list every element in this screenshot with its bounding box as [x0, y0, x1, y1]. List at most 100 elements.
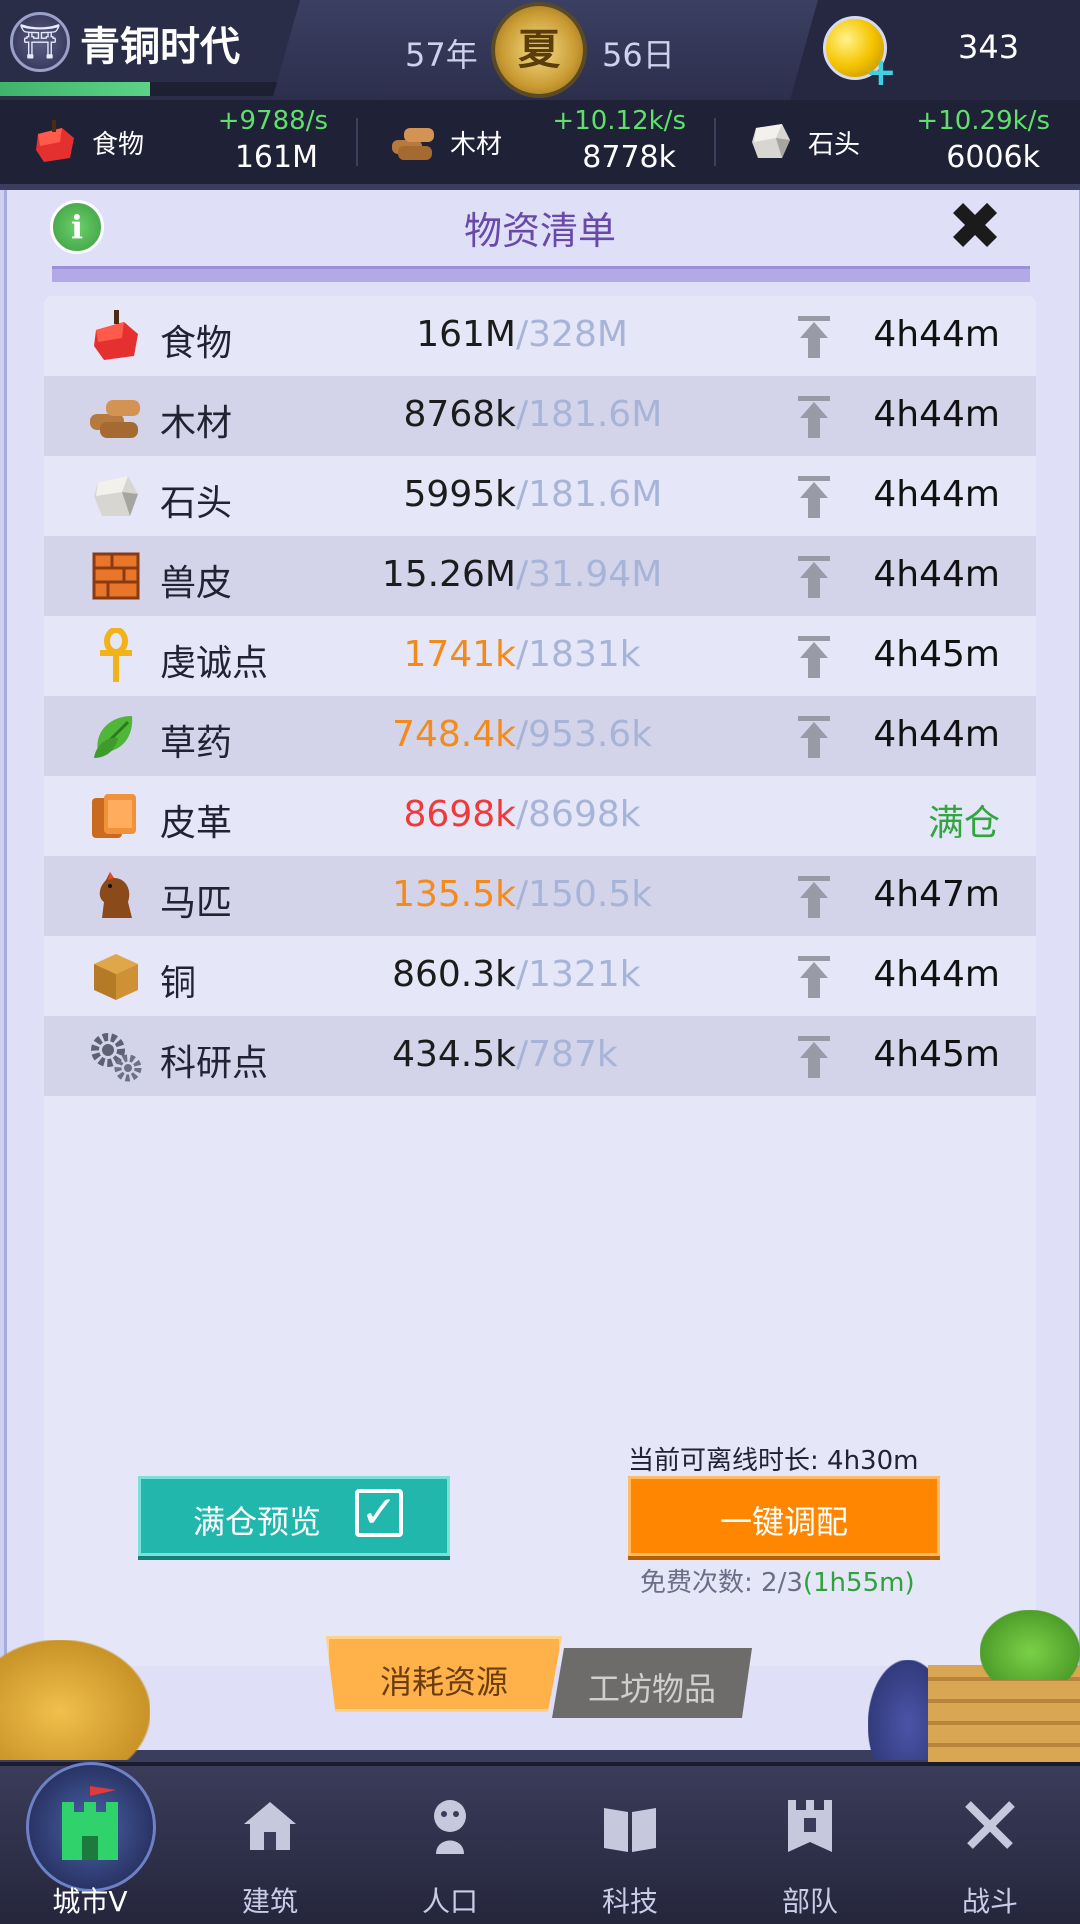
list-item[interactable]: 科研点 434.5k /787k 4h45m — [44, 1016, 1036, 1096]
fill-time: 4h44m — [873, 554, 1000, 595]
one-click-allocate-button[interactable]: 一键调配 — [628, 1476, 940, 1556]
nav-population[interactable]: 人口 — [360, 1766, 540, 1924]
fill-time: 4h44m — [873, 954, 1000, 995]
free-uses-timer: (1h55m) — [802, 1568, 915, 1598]
fill-time: 4h44m — [873, 714, 1000, 755]
resource-rate: +9788/s — [217, 106, 328, 136]
list-item[interactable]: 草药 748.4k /953.6k 4h44m — [44, 696, 1036, 776]
tab-consume-resources[interactable]: 消耗资源 — [326, 1636, 562, 1712]
resource-current: 748.4k — [392, 714, 516, 755]
resource-food[interactable]: 食物 +9788/s 161M — [0, 100, 358, 184]
resource-name: 铜 — [160, 963, 197, 1004]
panel-title: 物资清单 — [463, 209, 616, 253]
offline-duration-label: 当前可离线时长: 4h30m — [628, 1446, 919, 1476]
tab-workshop-items[interactable]: 工坊物品 — [552, 1648, 752, 1718]
nav-technology[interactable]: 科技 — [540, 1766, 720, 1924]
resource-max: /181.6M — [516, 394, 663, 435]
upgrade-arrow-icon[interactable] — [796, 476, 832, 518]
resource-amount: 6006k — [946, 140, 1040, 175]
title-divider — [52, 266, 1030, 282]
list-item[interactable]: 皮革 8698k /8698k 满仓 — [44, 776, 1036, 856]
resource-max: /150.5k — [516, 874, 653, 915]
resource-name: 食物 — [160, 323, 233, 364]
resource-max: /328M — [516, 314, 628, 355]
fill-time: 4h45m — [873, 1034, 1000, 1075]
leaf-icon — [94, 716, 133, 758]
resource-rate: +10.12k/s — [552, 106, 686, 136]
nav-label: 科技 — [601, 1885, 658, 1918]
era-name: 青铜时代 — [80, 24, 240, 70]
add-coin-icon[interactable]: + — [865, 50, 897, 94]
resource-name: 木材 — [450, 130, 503, 160]
tab-label: 工坊物品 — [587, 1670, 716, 1708]
resource-name: 食物 — [92, 130, 145, 160]
resource-wood[interactable]: 木材 +10.12k/s 8778k — [358, 100, 716, 184]
day-label: 56日 — [602, 36, 675, 74]
resource-current: 860.3k — [392, 954, 516, 995]
upgrade-arrow-icon[interactable] — [796, 396, 832, 438]
resource-stone[interactable]: 石头 +10.29k/s 6006k — [716, 100, 1080, 184]
list-item[interactable]: 食物 161M /328M 4h44m — [44, 296, 1036, 376]
resource-name: 马匹 — [160, 883, 233, 924]
checkbox-icon[interactable]: ✓ — [355, 1489, 403, 1537]
house-icon — [244, 1802, 296, 1850]
resource-name: 草药 — [160, 723, 233, 764]
castle-icon — [62, 1786, 118, 1860]
list-item[interactable]: 石头 5995k /181.6M 4h44m — [44, 456, 1036, 536]
resource-max: /8698k — [516, 794, 641, 835]
person-icon — [434, 1800, 466, 1854]
upgrade-arrow-icon[interactable] — [796, 556, 832, 598]
fill-time: 4h45m — [873, 634, 1000, 675]
close-button[interactable]: ✖ — [940, 192, 1010, 262]
resource-bar: 食物 +9788/s 161M 木材 +10.12k/s 8778k 石头 +1… — [0, 100, 1080, 184]
ankh-icon — [100, 628, 132, 682]
resource-current: 5995k — [403, 474, 516, 515]
stone-icon — [94, 476, 138, 516]
list-item[interactable]: 虔诚点 1741k /1831k 4h45m — [44, 616, 1036, 696]
resource-amount: 8778k — [582, 140, 676, 175]
season-badge[interactable]: 夏 — [495, 6, 583, 94]
resource-current: 8698k — [403, 794, 516, 835]
horse-icon — [99, 872, 132, 918]
full-storage-preview-button[interactable]: 满仓预览 ✓ — [138, 1476, 450, 1556]
nav-label: 部队 — [781, 1885, 838, 1918]
stone-icon — [752, 124, 790, 158]
nav-battle[interactable]: 战斗 — [900, 1766, 1080, 1924]
resource-rate: +10.29k/s — [916, 106, 1050, 136]
top-bar: ⛩ 青铜时代 57年 夏 56日 + 343 — [0, 0, 1080, 100]
resource-current: 1741k — [403, 634, 516, 675]
resource-max: /1831k — [516, 634, 641, 675]
nav-label: 城市V — [52, 1885, 128, 1918]
list-item[interactable]: 马匹 135.5k /150.5k 4h47m — [44, 856, 1036, 936]
era-panel[interactable]: ⛩ 青铜时代 — [0, 0, 300, 100]
nav-troops[interactable]: 部队 — [720, 1766, 900, 1924]
resource-current: 8768k — [403, 394, 516, 435]
coin-count: 343 — [958, 28, 1020, 66]
upgrade-arrow-icon[interactable] — [796, 636, 832, 678]
list-item[interactable]: 兽皮 15.26M /31.94M 4h44m — [44, 536, 1036, 616]
resource-name: 木材 — [160, 403, 233, 444]
apple-icon — [36, 120, 74, 162]
upgrade-arrow-icon[interactable] — [796, 1036, 832, 1078]
wood-icon — [90, 400, 140, 438]
upgrade-arrow-icon[interactable] — [796, 956, 832, 998]
resource-max: /31.94M — [516, 554, 663, 595]
nav-city[interactable]: 城市V — [0, 1762, 180, 1924]
upgrade-arrow-icon[interactable] — [796, 316, 832, 358]
resource-current: 434.5k — [392, 1034, 516, 1075]
list-item[interactable]: 铜 860.3k /1321k 4h44m — [44, 936, 1036, 1016]
upgrade-arrow-icon[interactable] — [796, 716, 832, 758]
banner-icon — [788, 1800, 832, 1852]
resource-name: 兽皮 — [160, 563, 233, 604]
year-label: 57年 — [405, 36, 478, 74]
list-item[interactable]: 木材 8768k /181.6M 4h44m — [44, 376, 1036, 456]
resource-current: 161M — [416, 314, 516, 355]
frog-decoration — [980, 1610, 1080, 1680]
tab-label: 消耗资源 — [379, 1663, 508, 1701]
button-label: 满仓预览 — [193, 1503, 322, 1541]
resource-current: 135.5k — [392, 874, 516, 915]
upgrade-arrow-icon[interactable] — [796, 876, 832, 918]
storage-full-label: 满仓 — [927, 803, 1000, 844]
nav-buildings[interactable]: 建筑 — [180, 1766, 360, 1924]
resource-amount: 161M — [234, 140, 318, 175]
